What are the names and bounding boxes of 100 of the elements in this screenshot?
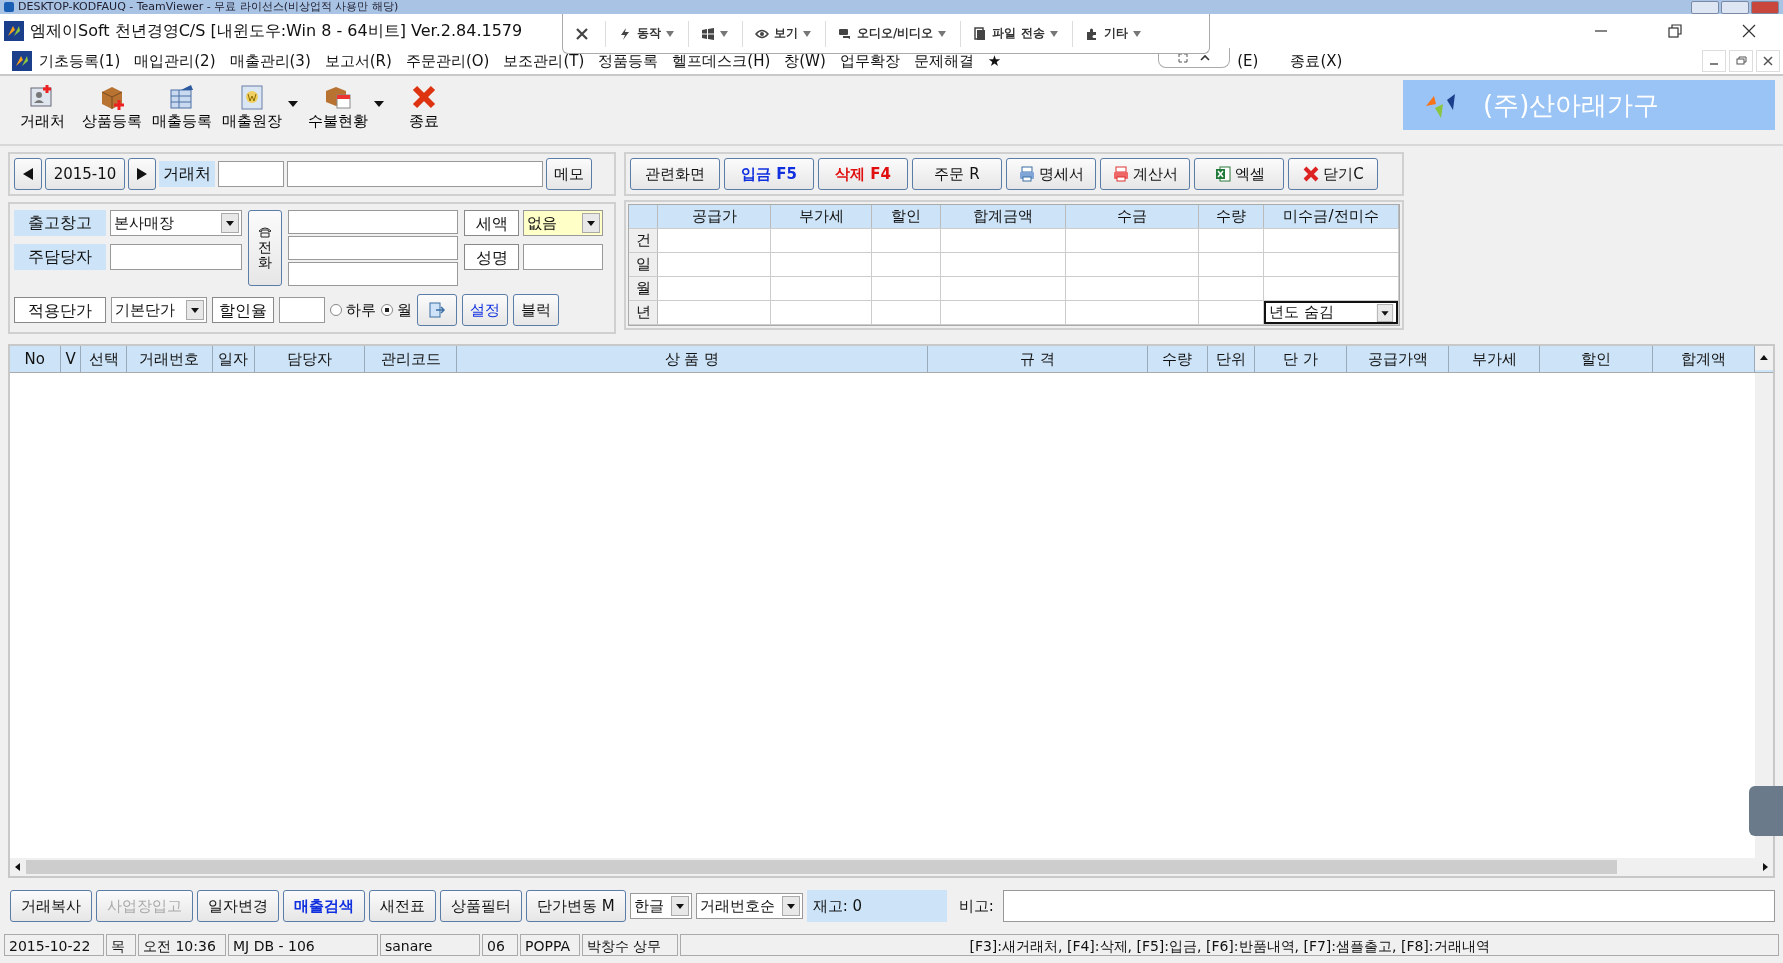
- toolbar-button[interactable]: 상품등록: [78, 82, 146, 131]
- customer-name-field[interactable]: [287, 161, 543, 187]
- phone-field[interactable]: [288, 236, 458, 260]
- bottom-button[interactable]: 상품필터: [440, 890, 522, 922]
- column-header[interactable]: 선택: [81, 346, 128, 372]
- bottom-button[interactable]: 단가변동 M: [526, 890, 626, 922]
- action-button[interactable]: 엑셀: [1194, 158, 1284, 190]
- menu-item[interactable]: (E): [1230, 52, 1266, 70]
- block-button[interactable]: 블럭: [513, 294, 559, 326]
- menu-item[interactable]: 창(W): [777, 51, 833, 71]
- maximize-button[interactable]: [1721, 0, 1749, 14]
- menu-item[interactable]: 업무확장: [832, 51, 907, 71]
- caret-icon: [938, 30, 947, 37]
- menu-item[interactable]: 기초등록(1): [32, 51, 128, 71]
- action-button[interactable]: 입금 F5: [724, 158, 814, 190]
- remote-toolbar-button[interactable]: 동작: [605, 20, 686, 47]
- column-header[interactable]: 수량: [1147, 346, 1209, 372]
- menu-item[interactable]: 문제해결: [906, 51, 981, 71]
- remote-toolbar-button[interactable]: 파일 전송: [960, 20, 1070, 47]
- remote-session-title: DESKTOP-KODFAUQ - TeamViewer - 무료 라이선스(비상업적 사용만 해당): [18, 1, 399, 13]
- remote-toolbar-button[interactable]: 기타: [1071, 20, 1153, 47]
- status-text: POPPA: [520, 934, 580, 956]
- phone-field[interactable]: [288, 262, 458, 286]
- memo-button[interactable]: 메모: [546, 158, 592, 190]
- next-button[interactable]: [128, 158, 156, 190]
- collapse-icon[interactable]: [1200, 52, 1211, 63]
- discount-field[interactable]: [279, 297, 325, 323]
- scrollbar-thumb[interactable]: [26, 860, 1617, 874]
- column-header: 부가세: [771, 205, 872, 228]
- column-header[interactable]: 거래번호: [127, 346, 213, 372]
- toolbar-button[interactable]: 매출등록: [148, 82, 216, 131]
- action-button[interactable]: 주문 R: [912, 158, 1002, 190]
- right-triangle-icon: [137, 168, 147, 180]
- action-button[interactable]: 닫기C: [1288, 158, 1378, 190]
- restore-button[interactable]: [1665, 21, 1685, 41]
- discount-label: 할인율: [212, 297, 274, 323]
- column-header[interactable]: 담당자: [255, 346, 366, 372]
- transfer-button[interactable]: [417, 294, 457, 326]
- vertical-scrollbar[interactable]: [1755, 373, 1773, 858]
- menu-item[interactable]: 정품등록: [591, 51, 666, 71]
- close-icon[interactable]: [575, 26, 589, 41]
- column-header[interactable]: 상 품 명: [456, 346, 929, 372]
- tax-select[interactable]: 없음: [523, 210, 603, 236]
- previous-button[interactable]: [14, 158, 42, 190]
- action-button[interactable]: 계산서: [1100, 158, 1190, 190]
- caret-icon: [720, 30, 728, 37]
- bottom-button[interactable]: 매출검색: [283, 890, 365, 922]
- menu-item[interactable]: 헬프데스크(H): [665, 51, 778, 71]
- radio-option[interactable]: 하루: [330, 300, 376, 320]
- column-header[interactable]: 공급가액: [1347, 346, 1450, 372]
- phone-field[interactable]: [288, 210, 458, 234]
- sort-select[interactable]: 거래번호순: [695, 893, 803, 919]
- settings-button[interactable]: 설정: [462, 294, 508, 326]
- column-header[interactable]: 부가세: [1449, 346, 1540, 372]
- app-logo-icon: [4, 2, 14, 12]
- toolbar-button[interactable]: 수불현황: [304, 82, 388, 131]
- action-button[interactable]: 삭제 F4: [818, 158, 908, 190]
- toolbar-button[interactable]: 종료: [390, 82, 458, 131]
- column-header[interactable]: No: [10, 346, 61, 372]
- menu-item[interactable]: ★: [980, 52, 1009, 70]
- column-header[interactable]: 관리코드: [365, 346, 457, 372]
- column-header: 공급가: [658, 205, 771, 228]
- column-header[interactable]: 일자: [212, 346, 256, 372]
- scroll-up-icon[interactable]: [1755, 346, 1773, 370]
- column-header[interactable]: 규 격: [928, 346, 1148, 372]
- column-header[interactable]: 단 가: [1254, 346, 1348, 372]
- column-header: 수금: [1066, 205, 1199, 228]
- fullscreen-icon[interactable]: [1178, 52, 1189, 63]
- toolbar-button[interactable]: 매출원장: [218, 82, 302, 131]
- remote-toolbar-button[interactable]: 보기: [742, 20, 823, 47]
- horizontal-scrollbar[interactable]: [10, 858, 1773, 876]
- menu-item[interactable]: 매출관리(3): [222, 51, 318, 71]
- year-select[interactable]: 년도 숨김: [1264, 301, 1398, 324]
- column-header[interactable]: 단위: [1208, 346, 1255, 372]
- column-header[interactable]: 할인: [1539, 346, 1653, 372]
- remote-toolbar-button[interactable]: 오디오/비디오: [825, 20, 959, 47]
- bottom-button[interactable]: 새전표: [369, 890, 436, 922]
- phone-button[interactable]: 전화: [248, 210, 282, 286]
- radio-option[interactable]: 월: [381, 300, 412, 320]
- status-text: 06: [482, 934, 518, 956]
- menu-item[interactable]: 보고서(R): [317, 51, 399, 71]
- warehouse-select[interactable]: 본사매장: [110, 210, 242, 236]
- price-select[interactable]: 기본단가: [111, 297, 207, 323]
- menu-item[interactable]: 주문관리(O): [398, 51, 497, 71]
- sort-select[interactable]: 한글: [629, 893, 692, 919]
- bottom-button[interactable]: 일자변경: [197, 890, 279, 922]
- remark-field[interactable]: [1002, 890, 1775, 922]
- bottom-button[interactable]: 거래복사: [10, 890, 92, 922]
- minimize-button[interactable]: [1691, 0, 1719, 14]
- menu-item[interactable]: 종료(X): [1283, 51, 1350, 71]
- menu-item[interactable]: 보조관리(T): [496, 51, 592, 71]
- column-header[interactable]: V: [60, 346, 82, 372]
- action-button[interactable]: 명세서: [1006, 158, 1096, 190]
- menu-item[interactable]: 매입관리(2): [127, 51, 223, 71]
- toolbar-button[interactable]: 거래처: [8, 82, 76, 131]
- customer-code-field[interactable]: [218, 161, 284, 187]
- name-field[interactable]: [523, 244, 603, 270]
- manager-field[interactable]: [110, 244, 242, 270]
- action-button[interactable]: 관련화면: [630, 158, 720, 190]
- period-button[interactable]: 2015-10: [45, 158, 125, 190]
